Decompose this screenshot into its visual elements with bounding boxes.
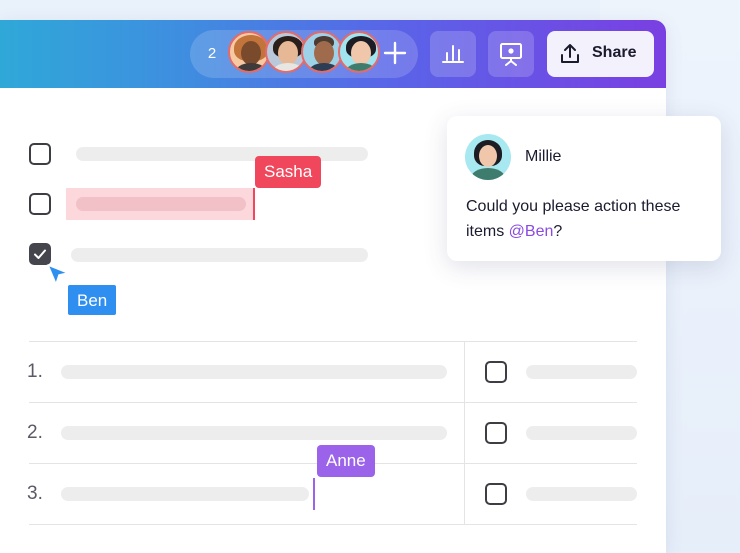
checklist-checkbox[interactable] xyxy=(29,193,51,215)
list-item-text xyxy=(61,426,447,440)
table-divider xyxy=(29,341,637,342)
table-cell-text xyxy=(526,365,637,379)
checklist-item-text xyxy=(71,248,368,262)
avatar[interactable] xyxy=(228,31,270,73)
table-divider xyxy=(29,524,637,525)
comment-text: Could you please action these items @Ben… xyxy=(466,194,712,244)
share-upload-icon xyxy=(561,44,579,63)
table-divider xyxy=(29,402,637,403)
list-number: 2. xyxy=(27,422,43,443)
share-button[interactable]: Share xyxy=(547,31,654,77)
comment-author: Millie xyxy=(525,148,562,165)
comment-card[interactable]: Millie Could you please action these ite… xyxy=(447,116,721,261)
plus-icon[interactable] xyxy=(380,38,410,68)
comment-body: Could you please action these items xyxy=(466,198,681,240)
list-item-text xyxy=(61,365,447,379)
presenter-icon xyxy=(500,43,522,66)
list-number: 3. xyxy=(27,483,43,504)
checklist-item-text xyxy=(76,147,368,161)
comment-mention[interactable]: @Ben xyxy=(509,223,554,240)
document-canvas: 2 Share Sasha Ben 1. 2. 3. Anne xyxy=(0,20,666,553)
comment-body-end: ? xyxy=(553,223,563,240)
list-item-text xyxy=(61,487,309,501)
list-number: 1. xyxy=(27,361,43,382)
checkmark-icon xyxy=(34,249,46,259)
table-column-divider xyxy=(464,341,465,524)
checklist-item-text xyxy=(76,197,246,211)
sasha-caret xyxy=(253,188,255,220)
checklist-checkbox[interactable] xyxy=(29,143,51,165)
cursor-name-tag-sasha: Sasha xyxy=(255,156,322,188)
table-checkbox[interactable] xyxy=(485,483,507,505)
insights-button[interactable] xyxy=(430,31,476,77)
share-label: Share xyxy=(592,44,637,61)
bar-chart-icon xyxy=(442,45,464,63)
avatar xyxy=(465,134,511,180)
table-cell-text xyxy=(526,426,637,440)
avatar[interactable] xyxy=(338,31,380,73)
cursor-name-tag-ben: Ben xyxy=(66,283,119,317)
table-checkbox[interactable] xyxy=(485,422,507,444)
present-button[interactable] xyxy=(488,31,534,77)
collaborator-count: 2 xyxy=(207,45,217,62)
anne-caret xyxy=(313,478,315,510)
avatar[interactable] xyxy=(301,31,343,73)
table-cell-text xyxy=(526,487,637,501)
top-toolbar: 2 Share xyxy=(0,20,666,88)
table-checkbox[interactable] xyxy=(485,361,507,383)
cursor-name-tag-anne: Anne xyxy=(317,445,375,477)
